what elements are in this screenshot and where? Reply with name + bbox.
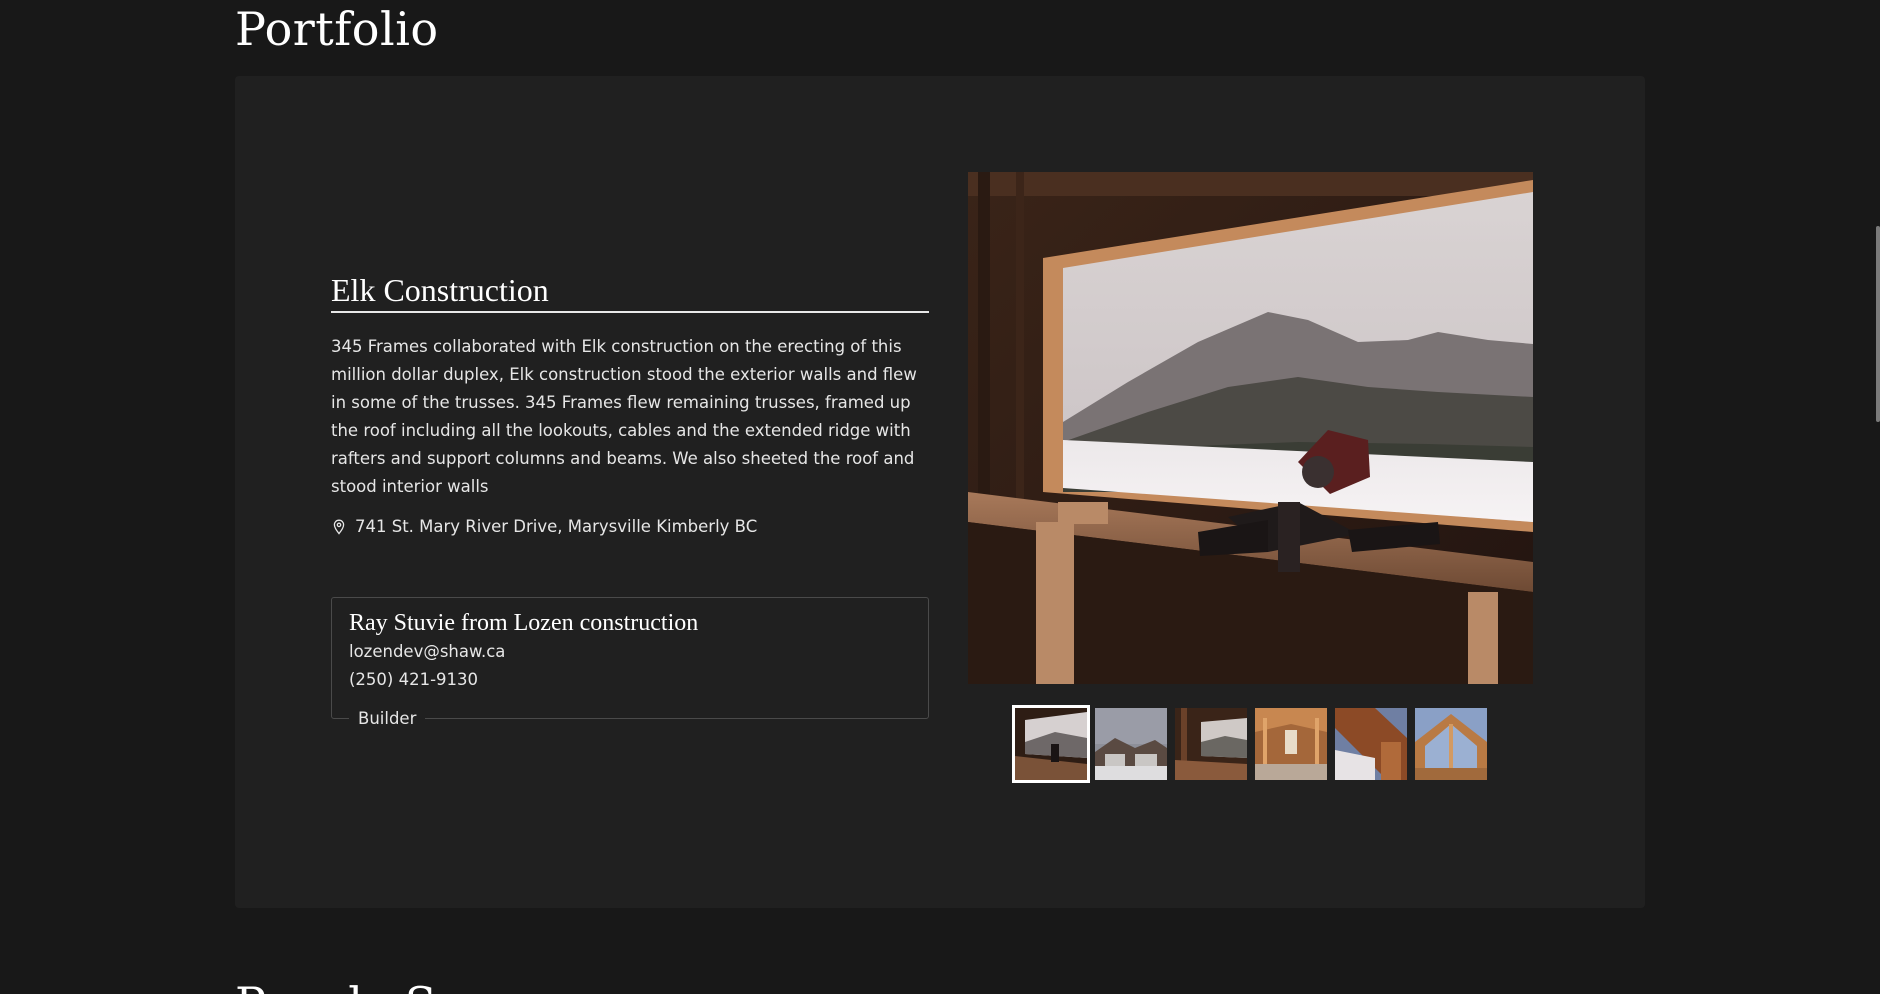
thumbnail-2[interactable] [1094, 708, 1167, 780]
thumbnail-1[interactable] [1011, 705, 1090, 783]
contact-phone[interactable]: (250) 421-9130 [349, 666, 911, 694]
thumbnail-4[interactable] [1254, 708, 1327, 780]
scrollbar-thumb[interactable] [1876, 226, 1880, 422]
project-info: Elk Construction 345 Frames collaborated… [331, 270, 929, 731]
map-pin-icon [333, 519, 345, 535]
main-photo[interactable] [968, 172, 1533, 684]
thumbnail-5[interactable] [1334, 708, 1407, 780]
project-title: Elk Construction [331, 270, 929, 313]
thumbnail-3[interactable] [1174, 708, 1247, 780]
project-location: 741 St. Mary River Drive, Marysville Kim… [331, 513, 929, 541]
thumbnail-6[interactable] [1414, 708, 1487, 780]
contact-card: Ray Stuvie from Lozen construction lozen… [331, 597, 929, 731]
next-section-title: People Say [235, 975, 490, 994]
project-gallery [968, 172, 1533, 783]
section-title: Portfolio [235, 2, 439, 56]
thumbnail-strip [968, 705, 1533, 783]
project-description: 345 Frames collaborated with Elk constru… [331, 337, 917, 496]
portfolio-page: Portfolio Elk Construction 345 Frames co… [0, 0, 1880, 994]
contact-email[interactable]: lozendev@shaw.ca [349, 638, 911, 666]
project-card: Elk Construction 345 Frames collaborated… [235, 76, 1645, 908]
contact-name: Ray Stuvie from Lozen construction [349, 610, 699, 636]
contact-role-label: Builder [349, 707, 426, 731]
project-address: 741 St. Mary River Drive, Marysville Kim… [355, 517, 758, 536]
